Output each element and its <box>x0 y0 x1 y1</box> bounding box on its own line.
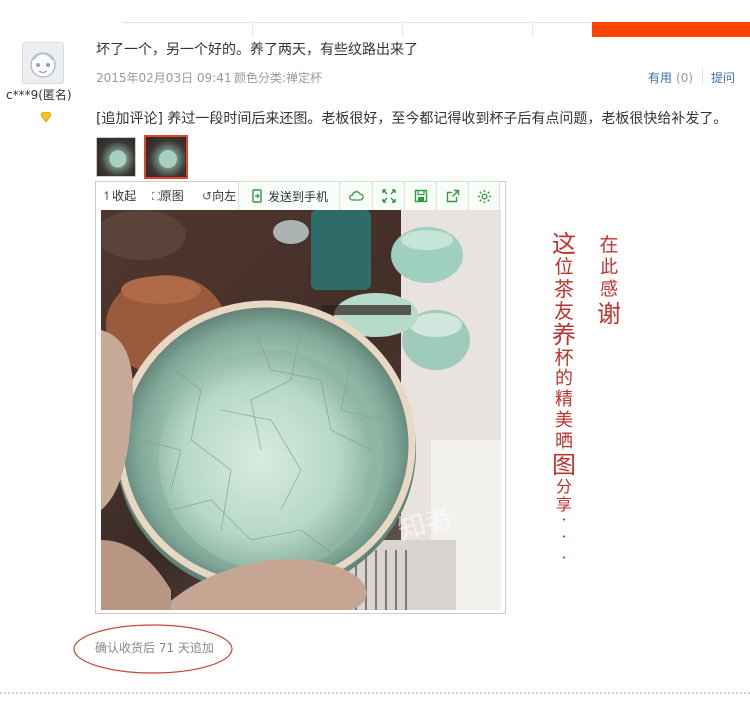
top-tab-1[interactable] <box>122 22 252 37</box>
top-tab-4[interactable] <box>532 22 593 37</box>
original-icon: ⛶ <box>152 190 160 203</box>
fullscreen-button[interactable] <box>373 182 405 210</box>
original-button[interactable]: ⛶原图 <box>152 187 184 204</box>
meta-divider <box>702 68 703 84</box>
avatar-icon <box>30 52 56 78</box>
collapse-button[interactable]: ↿收起 <box>102 187 136 204</box>
photo-thumbnail-selected[interactable] <box>144 135 188 179</box>
review-photo: 知者 <box>101 210 501 610</box>
thanks-column-2: 在 此 感 谢 <box>597 234 621 328</box>
share-icon <box>446 189 459 203</box>
avatar[interactable] <box>22 42 64 84</box>
photo-thumbnail[interactable] <box>96 137 136 177</box>
ask-button[interactable]: 提问 <box>711 69 735 86</box>
cloud-icon <box>349 191 364 201</box>
save-icon <box>414 189 427 203</box>
useful-label: 有用 <box>648 71 673 85</box>
useful-button[interactable]: 有用 (0) <box>648 69 693 86</box>
username: c***9(匿名) <box>6 88 72 102</box>
cloud-button[interactable] <box>340 182 373 210</box>
section-divider <box>0 692 750 694</box>
color-category: 颜色分类:禅定杯 <box>234 71 323 85</box>
collapse-icon: ↿ <box>102 189 113 203</box>
phone-icon <box>252 189 262 203</box>
share-button[interactable] <box>437 182 469 210</box>
active-tab-indicator <box>592 22 750 37</box>
save-button[interactable] <box>405 182 437 210</box>
top-tab-2[interactable] <box>252 22 403 37</box>
vip-diamond-icon <box>40 107 52 126</box>
fullscreen-icon <box>381 189 396 203</box>
review-text: 坏了一个，另一个好的。养了两天，有些纹路出来了 <box>96 42 418 58</box>
settings-icon <box>477 189 492 203</box>
send-to-phone-button[interactable]: 发送到手机 <box>239 182 340 210</box>
rotate-left-button[interactable]: ↺向左 <box>202 187 236 204</box>
settings-button[interactable] <box>469 182 500 210</box>
top-tab-3[interactable] <box>402 22 533 37</box>
review-date: 2015年02月03日 09:41 <box>96 71 232 85</box>
useful-count: (0) <box>676 71 694 85</box>
follow-up-comment: [追加评论] 养过一段时间后来还图。老板很好，至今都记得收到杯子后有点问题，老板… <box>96 111 728 127</box>
thanks-column-1: 这 位 茶 友 养 杯 的 精 美 晒 图 分 享 · · · <box>552 230 576 568</box>
confirm-receipt-note: 确认收货后 71 天追加 <box>95 641 214 655</box>
rotate-left-icon: ↺ <box>202 189 213 203</box>
